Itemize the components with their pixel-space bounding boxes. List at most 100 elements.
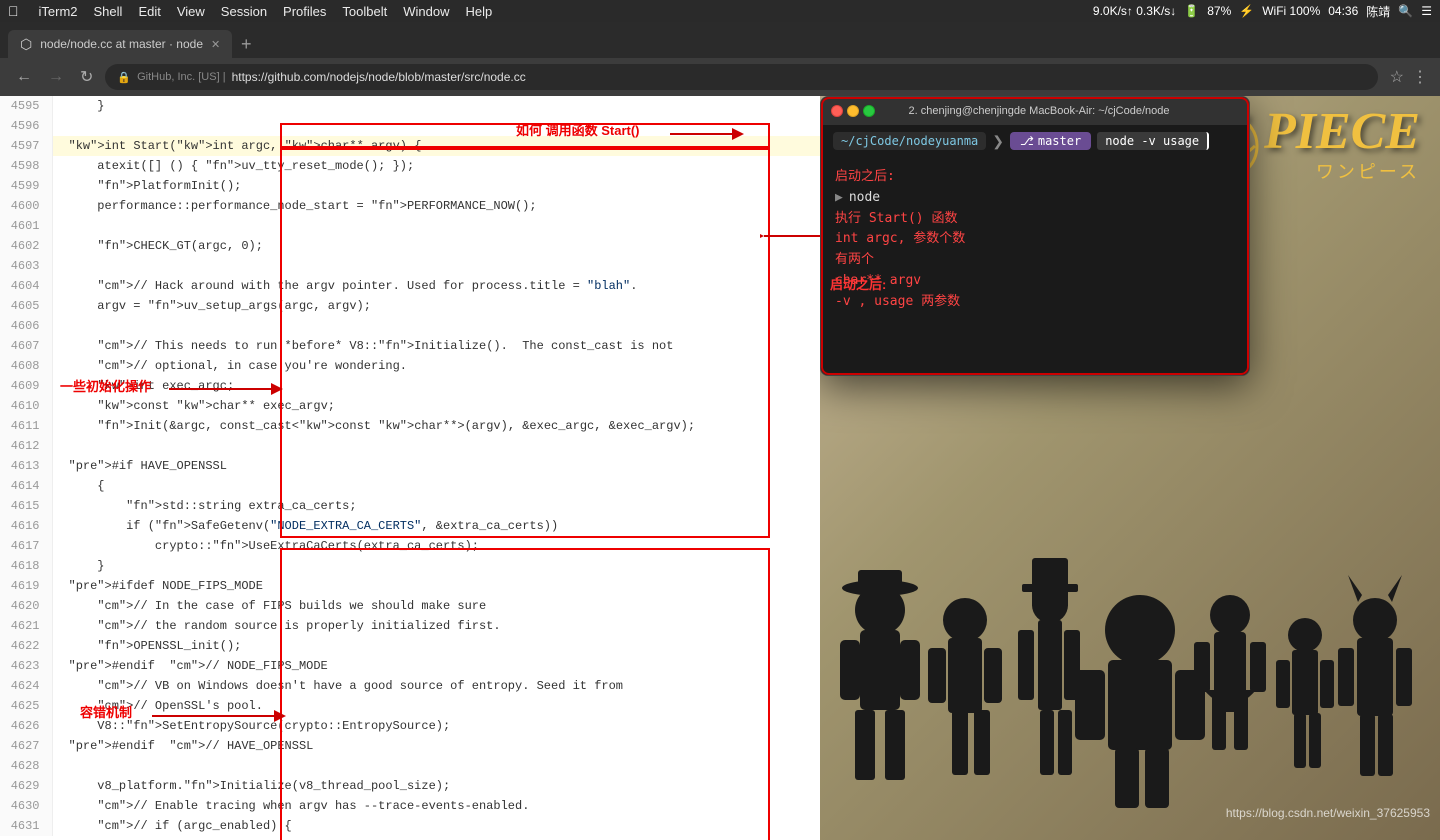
line-number: 4630 [0,796,52,816]
line-number: 4620 [0,596,52,616]
notification-icon[interactable]: ☰ [1421,4,1432,18]
line-code: "cm">// if (argc_enabled) { [52,816,820,836]
line-code: "pre">#ifdef NODE_FIPS_MODE [52,576,820,596]
menu-help[interactable]: Help [465,4,492,19]
terminal-line-two: 有两个 [835,250,1235,271]
line-code: "pre">#if HAVE_OPENSSL [52,456,820,476]
menu-bar:  iTerm2 Shell Edit View Session Profile… [0,0,1440,22]
battery-icon: 🔋 [1184,4,1199,18]
terminal-minimize-button[interactable] [847,105,859,117]
line-code [52,256,820,276]
line-code: "pre">#endif "cm">// HAVE_OPENSSL [52,736,820,756]
one-piece-background: ONE PIECE ワンピース [820,96,1440,840]
menu-window[interactable]: Window [403,4,449,19]
arrow-to-terminal [760,226,820,246]
line-code: "cm">// the random source is properly in… [52,616,820,636]
menu-edit[interactable]: Edit [138,4,160,19]
line-number: 4627 [0,736,52,756]
line-number: 4618 [0,556,52,576]
terminal-close-button[interactable] [831,105,843,117]
terminal-command[interactable]: node -v usage [1097,132,1209,150]
back-button[interactable]: ← [12,66,36,88]
menu-iterm2[interactable]: iTerm2 [39,4,78,19]
line-code: argv = "fn">uv_setup_args(argc, argv); [52,296,820,316]
reload-button[interactable]: ↻ [76,65,97,89]
line-code: "fn">std::string extra_ca_certs; [52,496,820,516]
terminal-maximize-button[interactable] [863,105,875,117]
line-number: 4608 [0,356,52,376]
arrow-error [152,708,292,724]
url-bar[interactable]: 🔒 GitHub, Inc. [US] | https://github.com… [105,64,1377,90]
menu-toolbelt[interactable]: Toolbelt [342,4,387,19]
line-number: 4616 [0,516,52,536]
line-number: 4617 [0,536,52,556]
wifi-icon: WiFi 100% [1262,4,1320,18]
time-display: 04:36 [1328,4,1358,18]
terminal-titlebar: 2. chenjing@chenjingde MacBook-Air: ~/cj… [821,97,1249,125]
line-number: 4605 [0,296,52,316]
terminal-branch: ⎇ master [1010,132,1091,150]
terminal-line-params: -v , usage 两参数 [835,292,1235,313]
terminal-window[interactable]: 2. chenjing@chenjingde MacBook-Air: ~/cj… [820,96,1250,376]
line-code: "cm">// In the case of FIPS builds we sh… [52,596,820,616]
menu-view[interactable]: View [177,4,205,19]
line-number: 4622 [0,636,52,656]
line-code: atexit([] () { "fn">uv_tty_reset_mode();… [52,156,820,176]
bluetooth-icon: ⚡ [1239,4,1254,18]
menu-shell[interactable]: Shell [94,4,123,19]
line-number: 4603 [0,256,52,276]
browser-menu-button[interactable]: ⋮ [1412,67,1428,87]
line-code: "kw">const "kw">char** exec_argv; [52,396,820,416]
line-number: 4614 [0,476,52,496]
line-number: 4606 [0,316,52,336]
line-code: "cm">// Hack around with the argv pointe… [52,276,820,296]
prompt-arrow-icon: ❯ [992,133,1004,150]
battery-level: 87% [1207,4,1231,18]
line-number: 4619 [0,576,52,596]
tab-favicon: ⬡ [20,36,32,53]
terminal-path: ~/cjCode/nodeyuanma [833,132,986,150]
terminal-line-node: ▶ node [835,188,1235,209]
line-number: 4631 [0,816,52,836]
line-code: "kw">int exec_argc; [52,376,820,396]
security-lock-icon: 🔒 [117,71,131,84]
arrow-init [169,381,289,397]
menu-session[interactable]: Session [221,4,267,19]
line-code [52,436,820,456]
terminal-body: 启动之后: ▶ node 执行 Start() 函数 int argc, 参数个… [821,157,1249,323]
search-icon[interactable]: 🔍 [1398,4,1413,18]
menu-bar-right: 9.0K/s↑ 0.3K/s↓ 🔋 87% ⚡ WiFi 100% 04:36 … [1093,3,1432,20]
code-container[interactable]: 4595 }45964597"kw">int Start("kw">int ar… [0,96,820,840]
line-number: 4609 [0,376,52,396]
forward-button[interactable]: → [44,66,68,88]
line-code: "fn">OPENSSL_init(); [52,636,820,656]
arrow-start [670,125,750,143]
line-number: 4629 [0,776,52,796]
line-code: } [52,556,820,576]
menu-profiles[interactable]: Profiles [283,4,326,19]
apple-menu[interactable]:  [8,3,19,19]
line-number: 4596 [0,116,52,136]
terminal-annotation-overlay: 启动之后: [830,274,886,293]
tab-close-button[interactable]: ✕ [211,38,220,51]
terminal-line-argc: int argc, 参数个数 [835,229,1235,250]
line-number: 4628 [0,756,52,776]
line-code: { [52,476,820,496]
network-stats: 9.0K/s↑ 0.3K/s↓ [1093,4,1176,18]
line-number: 4602 [0,236,52,256]
url-prefix: GitHub, Inc. [US] | [137,71,225,83]
line-number: 4626 [0,716,52,736]
line-number: 4623 [0,656,52,676]
line-code: "cm">// This needs to run *before* V8::"… [52,336,820,356]
terminal-line-argv: char** argv [835,271,1235,292]
line-number: 4610 [0,396,52,416]
line-number: 4604 [0,276,52,296]
new-tab-button[interactable]: + [232,30,260,58]
line-code [52,316,820,336]
bookmark-star-icon[interactable]: ☆ [1390,67,1404,87]
line-number: 4613 [0,456,52,476]
line-number: 4598 [0,156,52,176]
csdn-watermark: https://blog.csdn.net/weixin_37625953 [1226,806,1430,820]
browser-tab-active[interactable]: ⬡ node/node.cc at master · node ✕ [8,30,232,58]
browser-chrome: ⬡ node/node.cc at master · node ✕ + ← → … [0,22,1440,96]
